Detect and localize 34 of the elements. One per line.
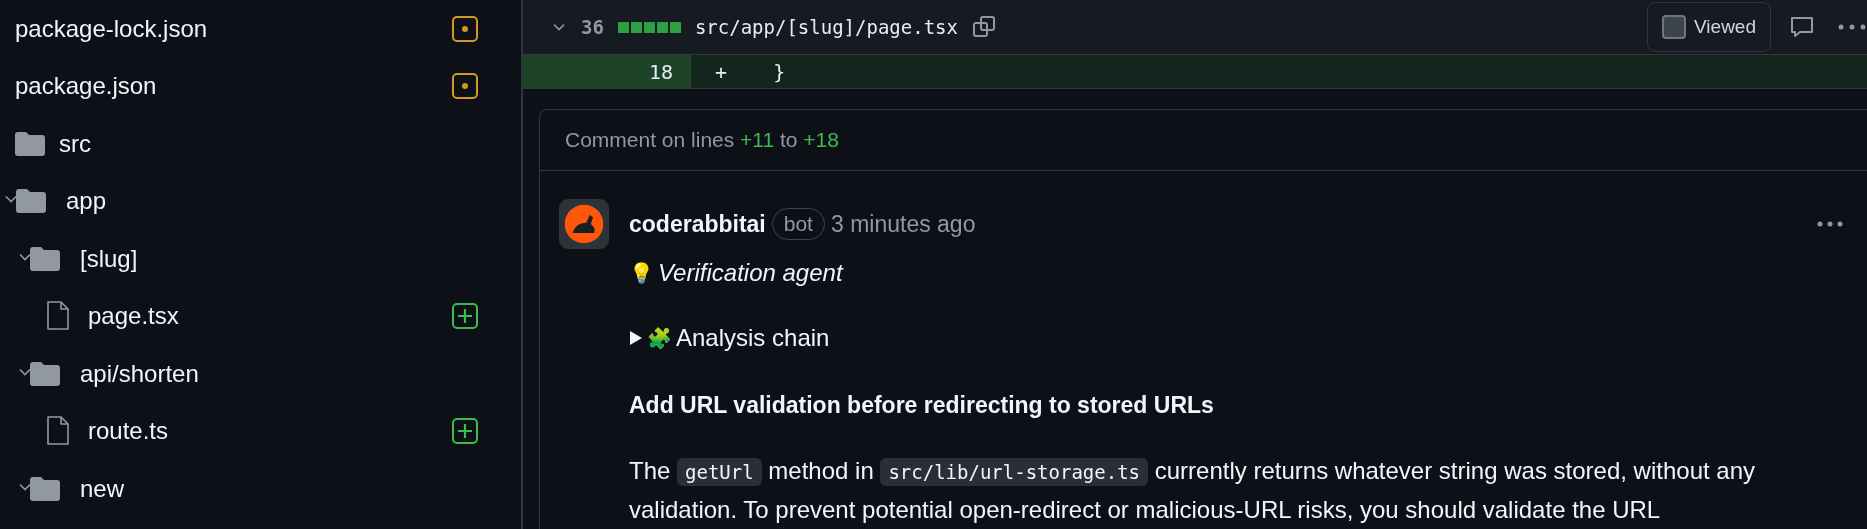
copy-icon[interactable] <box>972 15 996 39</box>
file-icon <box>46 301 70 332</box>
puzzle-emoji: 🧩 <box>647 326 672 350</box>
author-name[interactable]: coderabbitai <box>629 210 766 238</box>
change-count: 36 <box>581 16 604 38</box>
folder-name[interactable]: new <box>80 474 478 503</box>
folder-icon <box>30 361 60 386</box>
file-path[interactable]: src/app/[slug]/page.tsx <box>694 16 958 38</box>
file-name[interactable]: route.ts <box>88 417 452 446</box>
viewed-checkbox[interactable]: Viewed <box>1647 2 1771 52</box>
folder-name[interactable]: [slug] <box>80 244 478 273</box>
agent-note: Verification agent <box>658 259 843 287</box>
comment-heading: Add URL validation before redirecting to stored URLs <box>629 391 1215 419</box>
diff-sign: + <box>714 59 729 84</box>
folder-icon <box>15 131 45 156</box>
file-name[interactable]: page.tsx <box>88 302 452 331</box>
line-number: 18 <box>648 59 673 84</box>
folder-icon <box>16 189 46 214</box>
folder-name[interactable]: src <box>59 129 478 158</box>
folder-name[interactable]: app <box>66 187 478 216</box>
file-name[interactable]: package-lock.json <box>15 14 452 43</box>
file-name[interactable]: package.json <box>15 72 452 101</box>
comment-time[interactable]: 3 minutes ago <box>830 210 976 238</box>
folder-name[interactable]: api/shorten <box>80 359 478 388</box>
thread-heading: Comment on lines +11 to +18 <box>565 128 839 152</box>
folder-icon <box>30 246 60 271</box>
file-icon <box>46 416 70 447</box>
avatar <box>559 199 609 249</box>
comment-paragraph: The getUrl method in src/lib/url-storage.ts currently returns whatever string was stored, without any validation. To prevent potential open-redirect or malicious-URL risks, you should validate the URL <box>629 456 1756 525</box>
code-line: } <box>772 59 786 84</box>
analysis-chain-toggle[interactable]: Analysis chain <box>676 324 830 352</box>
lightbulb-emoji: 💡 <box>629 261 654 285</box>
disclosure-icon[interactable] <box>629 330 643 346</box>
folder-icon <box>30 476 60 501</box>
